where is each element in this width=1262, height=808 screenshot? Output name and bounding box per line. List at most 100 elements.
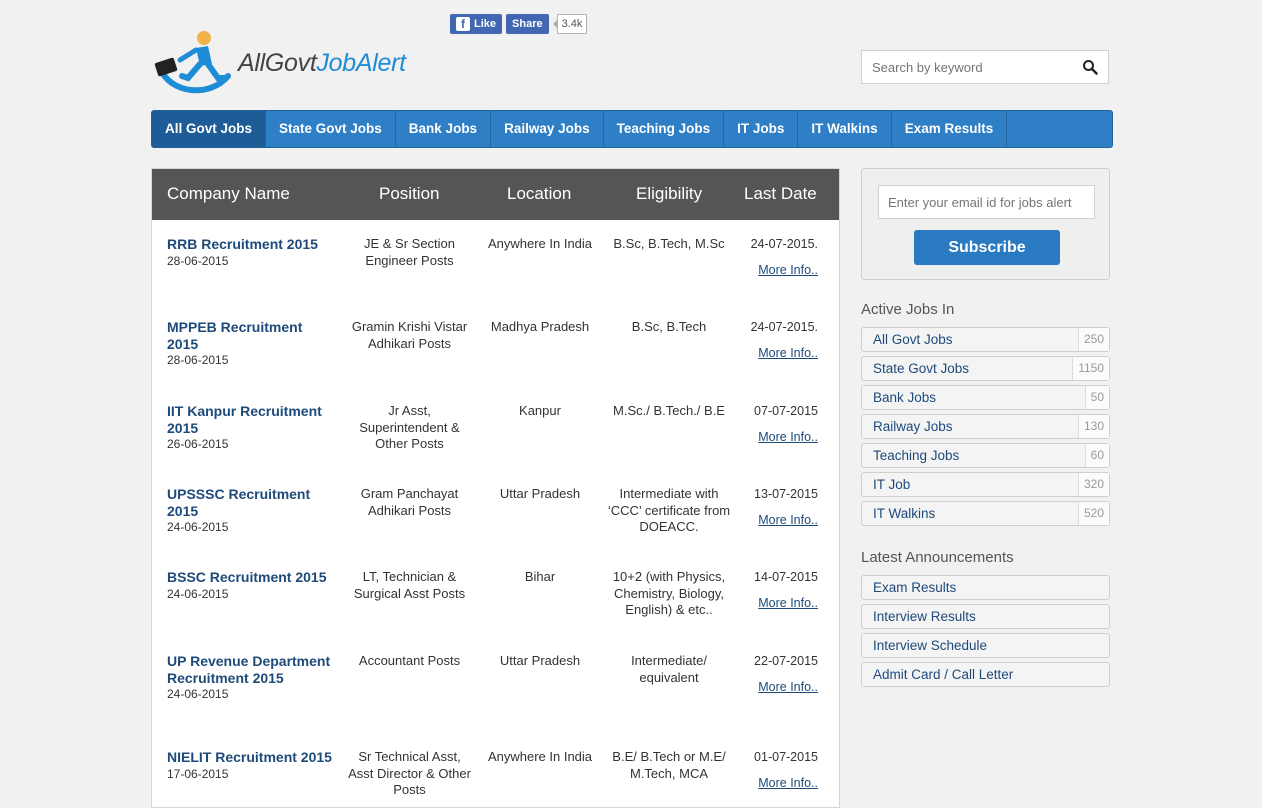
active-jobs-count: 50 (1084, 386, 1109, 409)
active-jobs-item-bank[interactable]: Bank Jobs 50 (861, 385, 1110, 410)
active-jobs-count: 130 (1077, 415, 1109, 438)
active-jobs-label: Railway Jobs (873, 419, 953, 434)
active-jobs-label: IT Walkins (873, 506, 936, 521)
active-jobs-label: Teaching Jobs (873, 448, 960, 463)
active-jobs-count: 60 (1084, 444, 1109, 467)
last-date-cell: 22-07-2015 More Info.. (737, 653, 818, 695)
last-date-cell: 01-07-2015 More Info.. (737, 749, 818, 791)
eligibility-cell: Intermediate/ equivalent (631, 653, 707, 685)
company-link[interactable]: BSSC Recruitment 2015 (167, 569, 337, 586)
nav-teaching-jobs[interactable]: Teaching Jobs (604, 111, 725, 147)
last-date-cell: 13-07-2015 More Info.. (737, 486, 818, 528)
subscribe-box: Subscribe (861, 168, 1110, 280)
search-input[interactable] (862, 51, 1082, 83)
eligibility-cell: 10+2 (with Physics, Chemistry, Biology, … (612, 569, 726, 617)
company-link[interactable]: IIT Kanpur Recruitment 2015 (167, 403, 337, 436)
header-company: Company Name (167, 184, 290, 203)
facebook-like-label: Like (474, 18, 497, 30)
active-jobs-item-teaching[interactable]: Teaching Jobs 60 (861, 443, 1110, 468)
position-cell: JE & Sr Section Engineer Posts (363, 236, 456, 268)
nav-it-walkins[interactable]: IT Walkins (798, 111, 892, 147)
last-date-cell: 14-07-2015 More Info.. (737, 569, 818, 611)
facebook-share-button[interactable]: Share (506, 14, 549, 34)
eligibility-cell: M.Sc./ B.Tech./ B.E (613, 403, 725, 418)
active-jobs-count: 1150 (1072, 357, 1109, 380)
active-jobs-list: All Govt Jobs 250 State Govt Jobs 1150 B… (861, 327, 1110, 530)
company-link[interactable]: RRB Recruitment 2015 (167, 236, 337, 253)
nav-all-govt-jobs[interactable]: All Govt Jobs (152, 111, 267, 147)
last-date: 07-07-2015 (754, 404, 818, 418)
location-cell: Kanpur (519, 403, 561, 418)
announcement-label: Interview Schedule (873, 638, 988, 653)
active-jobs-label: State Govt Jobs (873, 361, 970, 376)
facebook-share-count: 3.4k (552, 14, 588, 34)
facebook-icon: f (456, 17, 470, 31)
logo-text-part1: AllGovt (238, 48, 317, 77)
position-cell: LT, Technician & Surgical Asst Posts (353, 569, 466, 601)
announcements-list: Exam Results Interview Results Interview… (861, 575, 1110, 691)
location-cell: Uttar Pradesh (499, 653, 581, 668)
email-alert-input[interactable] (878, 185, 1095, 219)
company-link[interactable]: UPSSSC Recruitment 2015 (167, 486, 337, 519)
active-jobs-label: IT Job (873, 477, 911, 492)
post-date: 24-06-2015 (167, 687, 229, 701)
active-jobs-count: 520 (1077, 502, 1109, 525)
last-date: 24-07-2015. (750, 237, 818, 251)
search-icon[interactable] (1082, 59, 1098, 75)
company-cell: NIELIT Recruitment 2015 17-06-2015 (167, 749, 337, 782)
position-cell: Gramin Krishi Vistar Adhikari Posts (351, 319, 468, 351)
more-info-link[interactable]: More Info.. (737, 262, 818, 279)
company-cell: IIT Kanpur Recruitment 2015 26-06-2015 (167, 403, 337, 453)
active-jobs-count: 250 (1077, 328, 1109, 351)
company-cell: MPPEB Recruitment 2015 28-06-2015 (167, 319, 337, 369)
more-info-link[interactable]: More Info.. (737, 775, 818, 792)
logo-text-part2: JobAlert (316, 48, 406, 77)
main-nav: All Govt Jobs State Govt Jobs Bank Jobs … (151, 110, 1113, 148)
announcement-admit-card[interactable]: Admit Card / Call Letter (861, 662, 1110, 687)
header-location: Location (507, 184, 572, 203)
more-info-link[interactable]: More Info.. (737, 345, 818, 362)
active-jobs-item-it-job[interactable]: IT Job 320 (861, 472, 1110, 497)
company-link[interactable]: NIELIT Recruitment 2015 (167, 749, 337, 766)
position-cell: Sr Technical Asst, Asst Director & Other… (348, 749, 471, 797)
eligibility-cell: B.Sc, B.Tech (631, 319, 707, 334)
location-cell: Madhya Pradesh (490, 319, 590, 334)
company-cell: UP Revenue Department Recruitment 2015 2… (167, 653, 337, 703)
more-info-link[interactable]: More Info.. (737, 595, 818, 612)
nav-railway-jobs[interactable]: Railway Jobs (491, 111, 604, 147)
more-info-link[interactable]: More Info.. (737, 679, 818, 696)
facebook-share-label: Share (512, 18, 543, 30)
active-jobs-item-it-walkins[interactable]: IT Walkins 520 (861, 501, 1110, 526)
announcement-label: Interview Results (873, 609, 976, 624)
nav-bank-jobs[interactable]: Bank Jobs (396, 111, 492, 147)
company-link[interactable]: UP Revenue Department Recruitment 2015 (167, 653, 337, 686)
last-date: 14-07-2015 (754, 570, 818, 584)
more-info-link[interactable]: More Info.. (737, 429, 818, 446)
site-logo[interactable]: AllGovtJobAlert (152, 28, 452, 98)
active-jobs-item-railway[interactable]: Railway Jobs 130 (861, 414, 1110, 439)
announcement-interview-results[interactable]: Interview Results (861, 604, 1110, 629)
active-jobs-item-state-govt[interactable]: State Govt Jobs 1150 (861, 356, 1110, 381)
position-cell: Accountant Posts (358, 653, 461, 668)
nav-it-jobs[interactable]: IT Jobs (724, 111, 799, 147)
company-link[interactable]: MPPEB Recruitment 2015 (167, 319, 337, 352)
post-date: 17-06-2015 (167, 766, 229, 781)
subscribe-button[interactable]: Subscribe (914, 230, 1060, 265)
active-jobs-label: Bank Jobs (873, 390, 937, 405)
facebook-like-button[interactable]: f Like (450, 14, 503, 34)
position-cell: Jr Asst, Superintendent & Other Posts (359, 403, 460, 451)
last-date: 13-07-2015 (754, 487, 818, 501)
header-last-date: Last Date (744, 184, 817, 203)
active-jobs-item-all-govt[interactable]: All Govt Jobs 250 (861, 327, 1110, 352)
location-cell: Anywhere In India (487, 236, 593, 251)
announcement-exam-results[interactable]: Exam Results (861, 575, 1110, 600)
announcement-interview-schedule[interactable]: Interview Schedule (861, 633, 1110, 658)
last-date: 22-07-2015 (754, 654, 818, 668)
active-jobs-count: 320 (1077, 473, 1109, 496)
active-jobs-heading: Active Jobs In (861, 301, 955, 318)
last-date-cell: 07-07-2015 More Info.. (737, 403, 818, 445)
nav-state-govt-jobs[interactable]: State Govt Jobs (266, 111, 396, 147)
facebook-bar: f Like Share 3.4k (450, 14, 588, 34)
nav-exam-results[interactable]: Exam Results (892, 111, 1008, 147)
more-info-link[interactable]: More Info.. (737, 512, 818, 529)
